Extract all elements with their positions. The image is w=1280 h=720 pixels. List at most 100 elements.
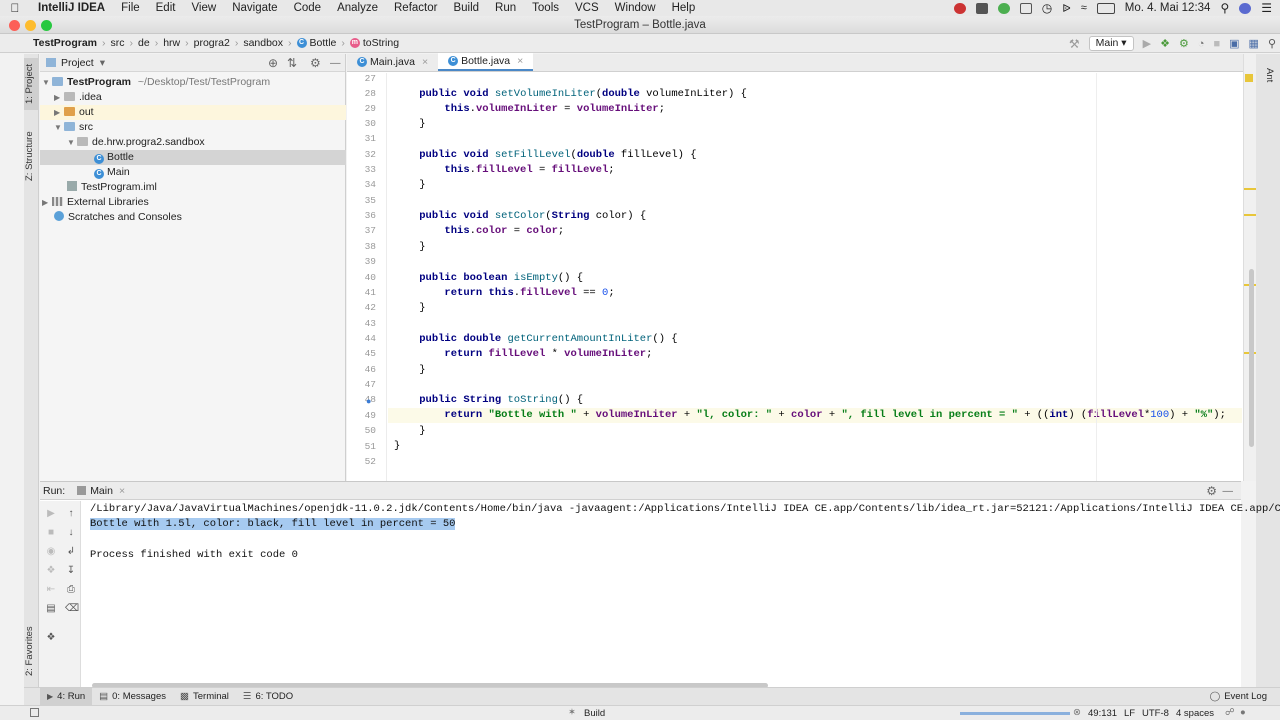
scroll-down-icon[interactable]: ↓	[65, 527, 77, 539]
search-everywhere-icon[interactable]: ⚲	[1268, 37, 1276, 50]
code-line[interactable]: }	[394, 425, 425, 437]
window-zoom-button[interactable]	[41, 20, 52, 31]
window-minimize-button[interactable]	[25, 20, 36, 31]
tree-node-project-root[interactable]: ▼ TestProgram ~/Desktop/Test/TestProgram	[40, 75, 346, 90]
window-close-button[interactable]	[9, 20, 20, 31]
code-line[interactable]: }	[394, 179, 425, 191]
caret-position[interactable]: 49:131	[1088, 708, 1117, 719]
menu-navigate[interactable]: Navigate	[224, 2, 285, 14]
collapse-arrow-icon[interactable]: ▶	[54, 105, 64, 120]
tab-main-java[interactable]: C Main.java ×	[347, 53, 438, 71]
tab-run-tool[interactable]: ▶ 4: Run	[40, 687, 93, 706]
stop-run-icon[interactable]: ■	[45, 527, 57, 539]
tree-node-bottle[interactable]: C Bottle	[40, 150, 346, 165]
settings-gear-icon[interactable]: ⚙	[310, 56, 321, 70]
rerun-icon[interactable]: ▶	[45, 508, 57, 520]
project-structure-icon[interactable]: ▣	[1229, 37, 1239, 50]
scroll-up-icon[interactable]: ↑	[65, 508, 77, 520]
menu-view[interactable]: View	[183, 2, 224, 14]
stop-icon[interactable]: ■	[1213, 38, 1220, 50]
tab-favorites-tool[interactable]: 2: Favorites	[24, 620, 39, 682]
close-tab-icon[interactable]: ×	[517, 52, 523, 70]
hide-panel-icon[interactable]: —	[330, 57, 341, 69]
spotlight-search-icon[interactable]: ⚲	[1220, 1, 1229, 15]
code-line[interactable]: }	[394, 302, 425, 314]
expand-arrow-icon[interactable]: ▼	[54, 120, 64, 135]
code-line[interactable]: }	[394, 241, 425, 253]
file-encoding[interactable]: UTF-8	[1142, 708, 1169, 719]
battery-icon[interactable]	[1096, 2, 1115, 14]
menu-vcs[interactable]: VCS	[567, 2, 607, 14]
code-line[interactable]: this.volumeInLiter = volumeInLiter;	[394, 103, 665, 115]
menu-code[interactable]: Code	[286, 2, 330, 14]
tab-todo-tool[interactable]: ☰ 6: TODO	[236, 691, 300, 702]
close-tab-icon[interactable]: ×	[422, 53, 428, 71]
tree-node-scratches[interactable]: Scratches and Consoles	[40, 210, 346, 225]
run-config-selector[interactable]: Main ▾	[1088, 36, 1134, 51]
tab-messages-tool[interactable]: ▤ 0: Messages	[92, 691, 173, 702]
breadcrumb-project[interactable]: TestProgram	[33, 37, 97, 49]
tree-node-src[interactable]: ▼ src	[40, 120, 346, 135]
code-line[interactable]: }	[394, 440, 400, 452]
menu-window[interactable]: Window	[607, 2, 664, 14]
menu-refactor[interactable]: Refactor	[386, 2, 445, 14]
airplay-icon[interactable]	[1019, 2, 1032, 14]
collapse-arrow-icon[interactable]: ▶	[54, 90, 64, 105]
close-tab-icon[interactable]: ×	[119, 485, 125, 497]
layout-icon[interactable]: ▤	[45, 603, 57, 615]
breadcrumb-hrw[interactable]: hrw	[163, 37, 180, 49]
code-line[interactable]: public void setFillLevel(double fillLeve…	[394, 149, 696, 161]
siri-icon[interactable]	[1239, 2, 1252, 14]
expand-arrow-icon[interactable]: ▼	[42, 75, 52, 90]
menu-edit[interactable]: Edit	[148, 2, 184, 14]
collapse-arrow-icon[interactable]: ▶	[42, 195, 52, 210]
menu-run[interactable]: Run	[487, 2, 524, 14]
collapse-all-icon[interactable]: ⇅	[287, 56, 297, 70]
breadcrumb-method-tostring[interactable]: m toString	[349, 37, 399, 49]
camera-icon[interactable]: ◉	[45, 546, 57, 558]
pin-icon[interactable]: ❖	[45, 632, 57, 644]
tree-node-package[interactable]: ▼ de.hrw.progra2.sandbox	[40, 135, 346, 150]
console-output-selected[interactable]: Bottle with 1.5l, color: black, fill lev…	[90, 518, 456, 530]
menu-help[interactable]: Help	[664, 2, 704, 14]
override-marker-icon[interactable]: ●	[366, 396, 371, 406]
tree-node-idea[interactable]: ▶ .idea	[40, 90, 346, 105]
bluetooth-icon[interactable]: ᐉ	[1062, 2, 1070, 15]
toggle-tool-windows-icon[interactable]	[30, 708, 39, 717]
tab-event-log[interactable]: ◯ Event Log	[1203, 691, 1274, 702]
breadcrumb-src[interactable]: src	[111, 37, 125, 49]
apple-icon[interactable]: 	[0, 1, 30, 15]
app-status-icon[interactable]	[975, 2, 988, 14]
debug-run-icon[interactable]: ❖	[45, 565, 57, 577]
soft-wrap-icon[interactable]: ↲	[65, 546, 77, 558]
sdk-icon[interactable]: ▦	[1249, 37, 1259, 50]
project-panel-title[interactable]: Project	[61, 57, 94, 69]
tab-structure-tool[interactable]: Z: Structure	[24, 124, 39, 188]
record-icon[interactable]	[953, 2, 966, 14]
debug-icon[interactable]: ❖	[1160, 37, 1170, 50]
tree-node-external-libraries[interactable]: ▶ External Libraries	[40, 195, 346, 210]
cancel-build-icon[interactable]: ⊗	[1073, 707, 1081, 718]
code-line[interactable]: public void setVolumeInLiter(double volu…	[394, 88, 747, 100]
scroll-to-end-icon[interactable]: ↧	[65, 565, 77, 577]
project-view-dropdown-icon[interactable]: ▾	[100, 57, 105, 69]
run-icon[interactable]: ▶	[1143, 37, 1151, 50]
clear-trash-icon[interactable]: ⌫	[65, 603, 79, 615]
code-line[interactable]: return this.fillLevel == 0;	[394, 287, 614, 299]
breadcrumb-de[interactable]: de	[138, 37, 150, 49]
tab-ant-tool[interactable]: Ant	[1260, 64, 1275, 86]
code-line[interactable]: public boolean isEmpty() {	[394, 272, 583, 284]
menu-analyze[interactable]: Analyze	[329, 2, 386, 14]
run-coverage-icon[interactable]: ⚙	[1179, 37, 1189, 50]
code-line[interactable]: public void setColor(String color) {	[394, 210, 646, 222]
menubar-clock[interactable]: Mo. 4. Mai 12:34	[1125, 2, 1211, 14]
wifi-icon[interactable]: ≈	[1081, 2, 1087, 14]
inspection-status-icon[interactable]	[1245, 74, 1253, 82]
memory-indicator-icon[interactable]: ●	[1240, 707, 1246, 718]
tab-bottle-java[interactable]: C Bottle.java ×	[438, 52, 534, 71]
code-line[interactable]: return "Bottle with " + volumeInLiter + …	[394, 409, 1225, 421]
warning-marker[interactable]	[1244, 214, 1256, 216]
time-machine-icon[interactable]: ◷	[1042, 1, 1052, 15]
menu-file[interactable]: File	[113, 2, 148, 14]
run-settings-gear-icon[interactable]: ⚙	[1206, 484, 1217, 498]
